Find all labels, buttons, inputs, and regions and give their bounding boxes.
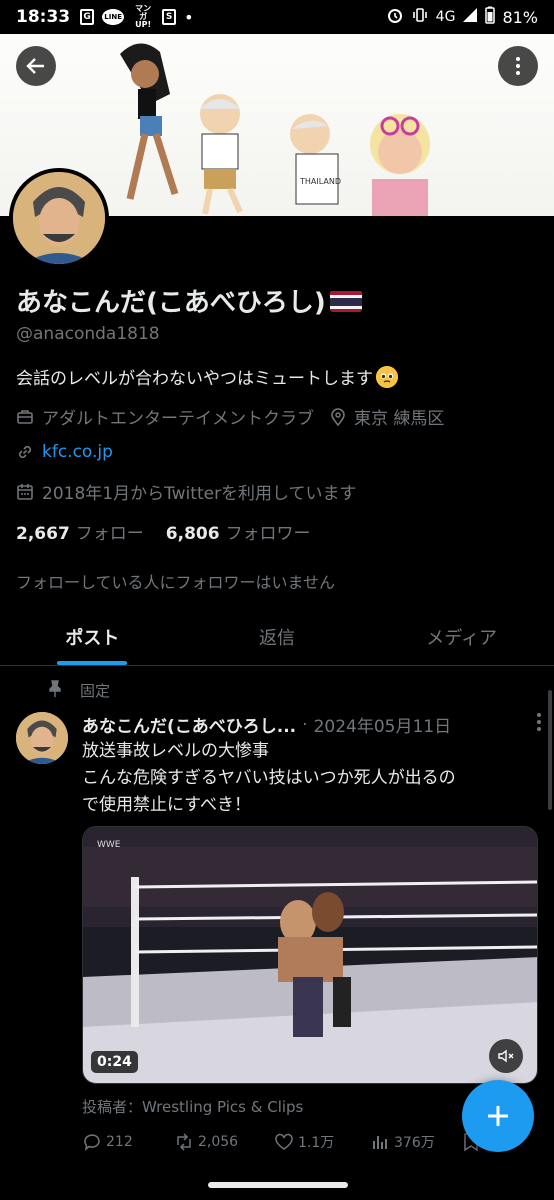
s-app-icon: S (162, 9, 177, 25)
avatar-image (16, 712, 68, 764)
mutual-followers-note: フォローしている人にフォロワーはいません (16, 573, 336, 592)
post-author-avatar[interactable] (16, 712, 68, 764)
profile-meta-website: kfc.co.jp (16, 442, 113, 462)
views-count: 376万 (394, 1135, 435, 1151)
follow-stats: 2,667 フォロー 6,806 フォロワー (16, 519, 311, 544)
joined-text: 2018年1月からTwitterを利用しています (42, 484, 357, 504)
like-button[interactable]: 1.1万 (274, 1132, 370, 1152)
speaker-muted-icon (498, 1049, 514, 1063)
profile-meta-joined: 2018年1月からTwitterを利用しています (16, 479, 357, 504)
more-options-button[interactable] (498, 46, 538, 86)
post-body: 放送事故レベルの大惨事 こんな危険すぎるヤバい技はいつか死人が出るの で使用禁止… (82, 738, 542, 819)
profile-meta-category: アダルトエンターテイメントクラブ 東京 練馬区 (16, 404, 444, 429)
video-thumbnail: WWE (83, 827, 537, 1083)
followers-count: 6,806 (165, 524, 220, 544)
profile-tabs: ポスト 返信 メディア (0, 608, 554, 666)
views-chart-icon (373, 1136, 387, 1149)
compose-post-button[interactable] (462, 1080, 534, 1152)
display-name: あなこんだ(こあべひろし) (16, 282, 362, 319)
repost-button[interactable]: 2,056 (174, 1132, 274, 1152)
display-name-text: あなこんだ(こあべひろし) (16, 288, 326, 318)
more-vertical-icon (516, 57, 520, 75)
post-text-line: で使用禁止にすべき！ (82, 795, 251, 815)
calendar-icon (16, 483, 34, 501)
heart-icon (275, 1133, 293, 1150)
reply-button[interactable]: 212 (82, 1132, 174, 1152)
user-handle: @anaconda1818 (16, 324, 160, 344)
dot-icon: • (184, 7, 194, 27)
pleading-face-emoji-icon (376, 365, 398, 388)
followers-link[interactable]: 6,806 フォロワー (166, 519, 311, 544)
profile-avatar[interactable] (9, 168, 109, 268)
link-icon (16, 443, 34, 461)
manga-app-icon: マンガUP! (135, 4, 152, 29)
pinned-indicator: 固定 (47, 679, 111, 702)
battery-percent: 81% (502, 7, 538, 27)
svg-text:WWE: WWE (97, 840, 121, 850)
following-link[interactable]: 2,667 フォロー (16, 519, 144, 544)
line-app-icon: LINE (102, 9, 125, 25)
post-date[interactable]: 2024年05月11日 (314, 712, 452, 737)
post-header: あなこんだ(こあべひろし... · 2024年05月11日 (82, 712, 542, 737)
plus-icon (488, 1106, 508, 1126)
pin-icon (47, 679, 63, 702)
following-count: 2,667 (16, 524, 70, 544)
back-button[interactable] (16, 46, 56, 86)
website-link[interactable]: kfc.co.jp (42, 442, 113, 462)
video-duration: 0:24 (91, 1051, 138, 1073)
repost-icon (177, 1133, 191, 1151)
avatar-image (13, 172, 105, 264)
followers-label: フォロワー (225, 524, 311, 544)
bio-text: 会話のレベルが合わないやつはミュートします (16, 369, 373, 389)
briefcase-icon (16, 408, 34, 426)
more-vertical-icon (537, 713, 541, 731)
like-count: 1.1万 (298, 1135, 335, 1151)
pinned-label: 固定 (80, 682, 111, 700)
status-time: 18:33 (16, 7, 71, 27)
gesture-navigation-bar[interactable] (208, 1182, 348, 1188)
category-text: アダルトエンターテイメントクラブ (42, 409, 314, 429)
post-video[interactable]: WWE 0:24 (82, 826, 538, 1084)
post-separator: · (302, 714, 308, 735)
thailand-flag-icon (329, 290, 362, 312)
post-text-line: こんな危険すぎるヤバい技はいつか死人が出るの (82, 768, 456, 788)
alarm-icon (386, 6, 404, 28)
battery-icon (485, 6, 496, 28)
mute-button[interactable] (489, 1039, 523, 1073)
post-author-name[interactable]: あなこんだ(こあべひろし... (82, 712, 296, 737)
bio: 会話のレベルが合わないやつはミュートします (16, 364, 398, 389)
location-text: 東京 練馬区 (354, 409, 445, 429)
signal-icon (462, 7, 478, 27)
active-tab-indicator (57, 661, 128, 665)
tab-posts-label: ポスト (65, 628, 120, 649)
post-more-button[interactable] (536, 712, 542, 737)
location-icon (330, 407, 346, 426)
reply-count: 212 (106, 1134, 133, 1150)
vibrate-icon (411, 6, 429, 28)
tab-media-label: メディア (426, 628, 498, 649)
repost-count: 2,056 (198, 1134, 239, 1150)
following-label: フォロー (75, 524, 144, 544)
tab-media[interactable]: メディア (369, 608, 554, 665)
reply-icon (84, 1134, 100, 1151)
tab-replies-label: 返信 (259, 628, 295, 649)
tab-posts[interactable]: ポスト (0, 608, 185, 665)
g-app-icon: G (80, 9, 95, 25)
tab-replies[interactable]: 返信 (185, 608, 370, 665)
post-text-line: 放送事故レベルの大惨事 (82, 741, 269, 761)
svg-text:THAILAND: THAILAND (299, 177, 341, 186)
status-bar: 18:33 G LINE マンガUP! S • 4G 81% (0, 0, 554, 34)
video-poster-credit[interactable]: 投稿者：Wrestling Pics & Clips (82, 1096, 303, 1117)
scrollbar[interactable] (548, 690, 552, 810)
network-type: 4G (435, 9, 456, 25)
arrow-left-icon (26, 58, 44, 74)
views-button[interactable]: 376万 (370, 1132, 462, 1152)
